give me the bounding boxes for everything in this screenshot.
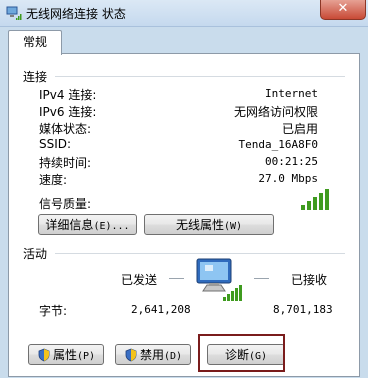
activity-section-title: 活动 — [23, 247, 48, 261]
speed-label: 速度: — [39, 173, 68, 187]
media-state-value: 已启用 — [281, 122, 318, 136]
media-state-label: 媒体状态: — [39, 122, 92, 136]
uac-shield-icon — [38, 348, 50, 362]
uac-shield-icon — [125, 348, 137, 362]
ipv6-value: 无网络访问权限 — [233, 105, 318, 119]
signal-bar — [325, 189, 329, 210]
window-title: 无线网络连接 状态 — [26, 7, 126, 21]
signal-bar — [319, 193, 323, 210]
bytes-received-value: 8,701,183 — [273, 303, 333, 316]
ssid-label: SSID: — [39, 137, 72, 151]
sent-line — [169, 278, 184, 279]
signal-bar — [301, 205, 305, 210]
tab-general[interactable]: 常规 — [8, 30, 62, 55]
details-button-label: 详细信息 — [45, 218, 94, 232]
speed-value: 27.0 Mbps — [258, 172, 318, 185]
bytes-label: 字节: — [39, 304, 68, 318]
diagnose-highlight-box — [198, 334, 285, 372]
signal-strength-icon — [301, 189, 329, 210]
properties-button[interactable]: 属性(P) — [28, 344, 104, 365]
sent-label: 已发送 — [121, 273, 158, 287]
received-line — [254, 278, 269, 279]
duration-label: 持续时间: — [39, 156, 92, 170]
network-icon — [6, 6, 22, 20]
close-button[interactable]: ✕ — [320, 0, 366, 20]
disable-button[interactable]: 禁用(D) — [115, 344, 191, 365]
signal-bar — [313, 197, 317, 210]
wireless-properties-label: 无线属性 — [175, 218, 224, 232]
properties-button-mnemonic: (P) — [76, 351, 96, 362]
tab-general-label: 常规 — [22, 35, 47, 49]
ipv4-label: IPv4 连接: — [39, 88, 97, 102]
computer-network-icon — [196, 258, 242, 301]
received-label: 已接收 — [291, 273, 328, 287]
window-titlebar: 无线网络连接 状态 ✕ — [0, 0, 368, 27]
disable-button-mnemonic: (D) — [163, 351, 183, 362]
ssid-value: Tenda_16A8F0 — [238, 138, 318, 151]
signal-bar — [307, 201, 311, 210]
disable-button-label: 禁用 — [139, 348, 164, 362]
wireless-properties-mnemonic: (W) — [223, 221, 243, 232]
connection-divider — [55, 76, 345, 77]
ipv6-label: IPv6 连接: — [39, 105, 97, 119]
close-icon: ✕ — [337, 1, 349, 16]
tab-panel: 连接 IPv4 连接: Internet IPv6 连接: 无网络访问权限 媒体… — [8, 53, 360, 377]
duration-value: 00:21:25 — [265, 155, 318, 168]
details-button[interactable]: 详细信息(E)... — [38, 214, 137, 235]
details-button-mnemonic: (E)... — [93, 221, 130, 232]
bytes-sent-value: 2,641,208 — [131, 303, 191, 316]
ipv4-value: Internet — [265, 87, 318, 100]
properties-button-label: 属性 — [52, 348, 77, 362]
connection-section-title: 连接 — [23, 70, 48, 84]
signal-quality-label: 信号质量: — [39, 197, 92, 211]
activity-divider — [55, 253, 345, 254]
wireless-properties-button[interactable]: 无线属性(W) — [144, 214, 274, 235]
